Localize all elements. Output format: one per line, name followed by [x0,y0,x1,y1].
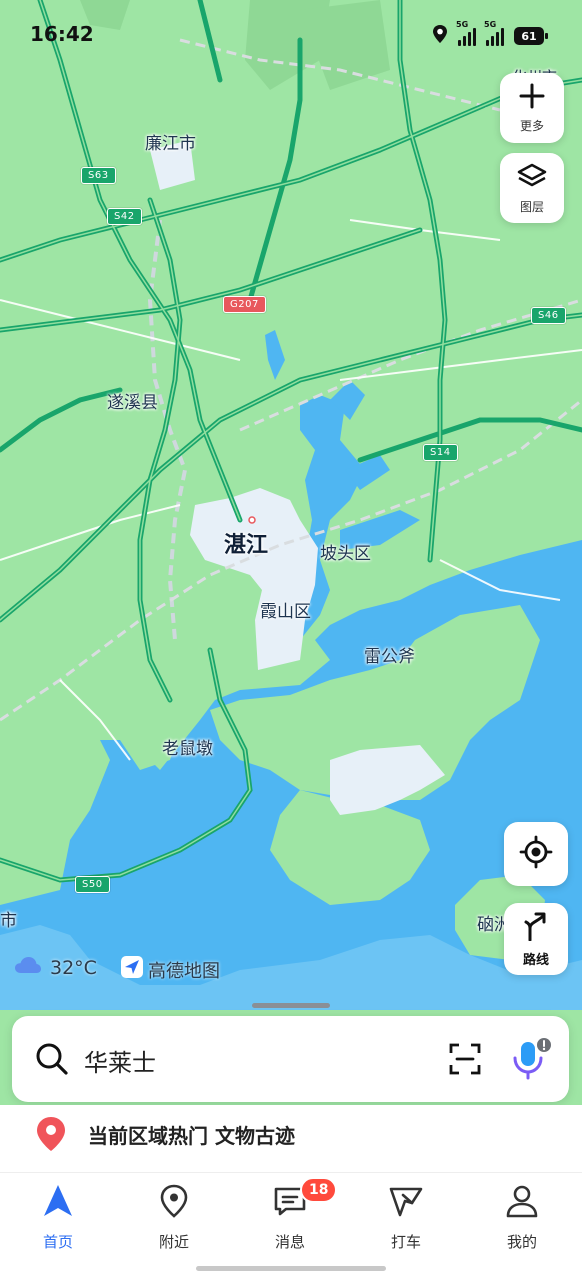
tab-nearby-label: 附近 [158,1233,189,1251]
temperature: 32°C [50,956,97,979]
map-label-edge-left[interactable]: 市 [0,906,17,931]
search-bar[interactable]: 华莱士 [12,1016,569,1102]
navigation-arrow-icon [41,1183,75,1223]
plus-icon [519,83,545,113]
tab-profile[interactable]: 我的 [472,1183,572,1253]
road-shield-g207: G207 [223,296,266,313]
map-label-potou[interactable]: 坡头区 [320,539,371,564]
brand-watermark: 高德地图 [120,955,220,984]
hot-places-row[interactable]: 当前区域热门 文物古迹 [0,1105,582,1165]
tab-bar: 首页 附近 18 消息 打车 我的 [0,1172,582,1280]
tab-taxi-label: 打车 [390,1233,421,1251]
layers-icon [516,162,548,194]
status-bar: 16:42 5G 5G 61 [0,0,582,70]
road-shield-s63: S63 [81,167,116,184]
tab-messages-label: 消息 [274,1233,305,1251]
map-label-leigongfu[interactable]: 雷公斧 [364,642,415,667]
road-shield-s50: S50 [75,876,110,893]
voice-search-icon[interactable] [510,1036,552,1084]
scan-icon[interactable] [448,1042,482,1080]
tab-taxi[interactable]: 打车 [356,1183,456,1253]
map-label-laoshudun[interactable]: 老鼠墩 [162,734,213,759]
hot-places-text: 当前区域热门 文物古迹 [88,1124,295,1148]
search-icon [34,1041,70,1081]
layers-button[interactable]: 图层 [500,153,564,223]
sheet-drag-handle[interactable] [252,1003,330,1008]
tab-profile-label: 我的 [506,1233,537,1251]
tab-nearby[interactable]: 附近 [124,1183,224,1253]
amap-logo-icon [120,955,144,984]
more-button-label: 更多 [519,118,544,133]
more-button[interactable]: 更多 [500,73,564,143]
map-label-xiashan[interactable]: 霞山区 [260,597,311,622]
layers-button-label: 图层 [519,199,544,214]
message-count-badge: 18 [300,1177,338,1203]
road-shield-s14: S14 [423,444,458,461]
cellular-signal-2-icon: 5G [484,20,504,46]
route-button[interactable]: 路线 [504,903,568,975]
map-label-suixi[interactable]: 遂溪县 [107,388,158,413]
route-arrow-icon [522,911,550,945]
map-label-zhanjiang[interactable]: 湛江 [224,527,268,559]
locate-me-button[interactable] [504,822,568,886]
brand-name: 高德地图 [148,960,220,982]
status-icons: 5G 5G 61 [432,20,548,48]
tab-home[interactable]: 首页 [8,1183,108,1253]
map-label-lianjiang[interactable]: 廉江市 [145,129,196,154]
battery-icon: 61 [514,27,548,45]
weather-widget[interactable]: 32°C [14,955,97,980]
home-indicator[interactable] [196,1266,386,1271]
map-canvas [0,0,582,1010]
person-icon [505,1183,539,1223]
location-icon [432,24,448,48]
search-input[interactable]: 华莱士 [84,1043,156,1078]
cellular-signal-1-icon: 5G [456,20,476,46]
crosshair-icon [519,835,553,873]
cloud-icon [14,955,42,980]
tab-messages[interactable]: 18 消息 [240,1177,340,1253]
road-shield-s46: S46 [531,307,566,324]
location-pin-icon [158,1183,190,1223]
status-time: 16:42 [30,22,94,46]
route-button-label: 路线 [522,952,549,968]
tab-home-label: 首页 [42,1233,73,1251]
taxi-flag-icon [388,1183,424,1223]
road-shield-s42: S42 [107,208,142,225]
pin-icon [34,1115,68,1157]
